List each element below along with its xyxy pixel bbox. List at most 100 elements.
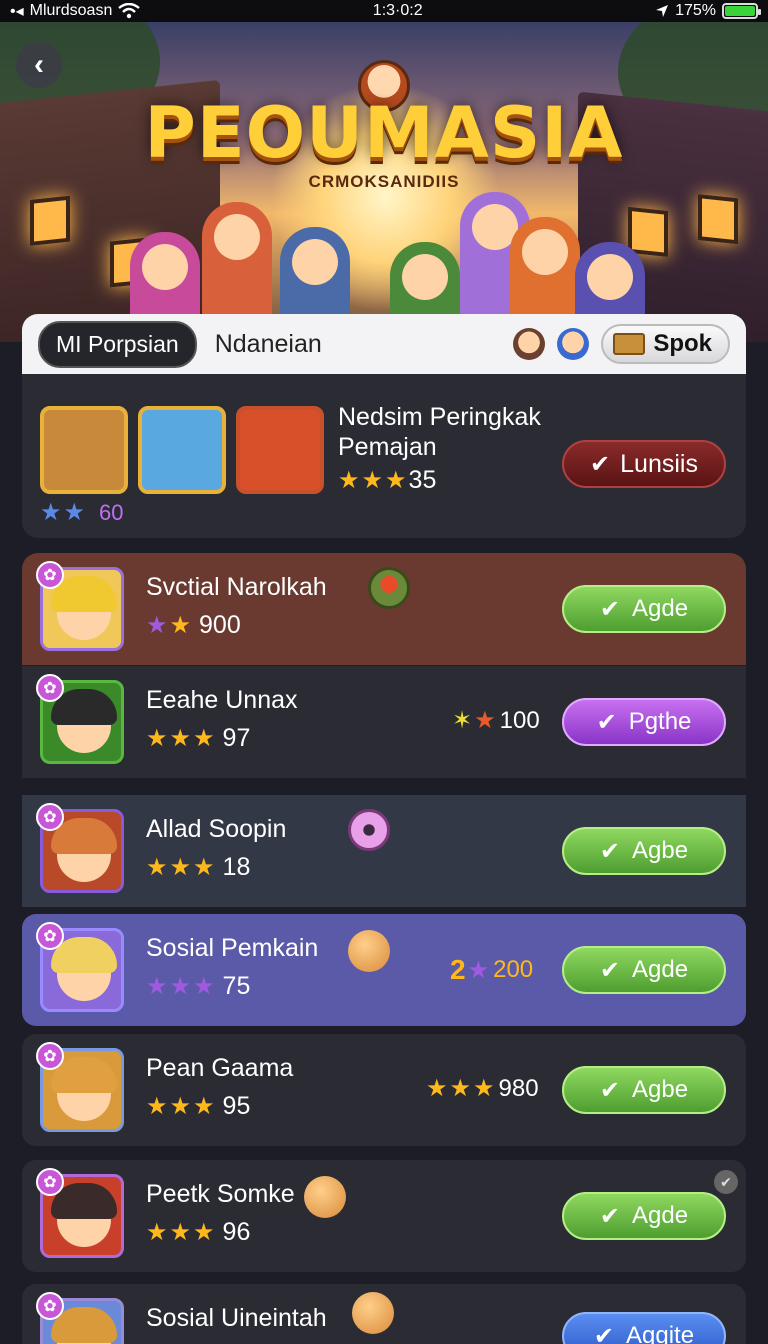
- action-button-label: Agbe: [632, 837, 689, 864]
- check-icon: ✔: [596, 708, 617, 736]
- action-button[interactable]: ✔ Agde: [562, 946, 726, 994]
- action-button[interactable]: ✔ Pgthe: [562, 698, 726, 746]
- list-item[interactable]: ✿ Sosial Pemkain ★ ★ ★ 75 2 ★ 200 ✔ Agde: [22, 914, 746, 1026]
- action-button[interactable]: ✔ Agde: [562, 585, 726, 633]
- flower-badge-icon: ✿: [36, 1292, 64, 1320]
- star-icon: ★: [169, 973, 192, 1000]
- check-icon: ✔: [599, 595, 621, 623]
- action-button-label: Agbe: [632, 1076, 689, 1103]
- star-icon: ★: [193, 854, 215, 881]
- flower-badge-icon: ✿: [36, 922, 64, 950]
- player-name: Pean Gaama: [146, 1054, 294, 1082]
- star-icon: ★: [449, 1075, 472, 1102]
- score-display: ✶ ★ 100: [452, 706, 540, 735]
- list-item[interactable]: ✿ Eeahe Unnax ★ ★ ★ 97 ✶ ★ 100 ✔ Pgthe: [22, 666, 746, 778]
- back-button[interactable]: ‹: [16, 42, 62, 88]
- player-name: Allad Soopin: [146, 815, 287, 843]
- game-title: PEOUMASIA: [144, 92, 624, 174]
- star-icon: ★: [473, 1075, 495, 1102]
- status-bar: •◂ Mlurdsoasn 1:3·0:2 175%: [0, 0, 768, 22]
- star-icon: ★: [169, 854, 192, 881]
- check-icon: ✔: [599, 837, 621, 865]
- flower-badge-icon: ✿: [36, 1042, 64, 1070]
- tab-other[interactable]: Ndaneian: [215, 330, 322, 359]
- carrier-label: Mlurdsoasn: [29, 2, 113, 19]
- score-display: ★ ★ ★ 980: [426, 1074, 539, 1103]
- featured-title: Nedsim Peringkak Pemajan: [338, 403, 541, 461]
- smiley-face-icon: [352, 1292, 394, 1334]
- action-button[interactable]: ✔ Agde: [562, 1192, 726, 1240]
- rating-value: 95: [222, 1092, 251, 1120]
- tab-my-friends[interactable]: MI Porpsian: [38, 320, 197, 368]
- action-button-label: Agde: [632, 956, 689, 983]
- box-icon: [613, 333, 646, 355]
- clock: 1:3·0:2: [372, 2, 423, 19]
- wifi-icon: [118, 3, 141, 19]
- score-display: 2 ★ 200: [450, 954, 533, 986]
- flower-badge-icon: ✿: [36, 1168, 64, 1196]
- corner-check-icon[interactable]: ✔: [714, 1170, 738, 1194]
- star-icon: ★: [467, 956, 490, 984]
- star-icon: ★: [146, 973, 168, 1000]
- featured-card: Nedsim Peringkak Pemajan ★ ★ ★ 35 ★ ★ 60…: [22, 374, 746, 538]
- flower-badge-icon: ✿: [36, 803, 64, 831]
- star-icon: ★: [385, 467, 407, 494]
- spok-button[interactable]: Spok: [601, 324, 730, 364]
- star-icon: ★: [169, 1093, 192, 1120]
- lunsiis-button[interactable]: ✔ Lunsiis: [562, 440, 726, 488]
- battery-icon: [721, 3, 761, 19]
- rating-value: 900: [199, 611, 241, 639]
- rating-value: 18: [222, 853, 251, 881]
- score-value: 200: [493, 956, 534, 983]
- action-button-label: Pgthe: [628, 708, 692, 735]
- star-icon: ★: [193, 1219, 215, 1246]
- check-icon: ✔: [599, 1202, 621, 1230]
- list-item[interactable]: ✿ Allad Soopin ★ ★ ★ 18 ✔ Agbe: [22, 795, 746, 907]
- rating-value: 97: [222, 724, 251, 752]
- robot-face-icon: [348, 809, 390, 851]
- list-item[interactable]: ✿ Pean Gaama ★ ★ ★ 95 ★ ★ ★ 980 ✔ Agbe: [22, 1034, 746, 1146]
- star-icon: ★: [169, 612, 192, 639]
- list-item[interactable]: ✿ Peetk Somke ★ ★ ★ 96 ✔ Agde ✔: [22, 1160, 746, 1272]
- player-rating: ★ ★ 900: [146, 611, 241, 640]
- star-icon: ★: [474, 707, 496, 734]
- action-button[interactable]: ✔ Aggite: [562, 1312, 726, 1344]
- player-name: Eeahe Unnax: [146, 686, 298, 714]
- player-name: Sosial Pemkain: [146, 934, 319, 962]
- rating-value: 75: [222, 972, 251, 1000]
- player-rating: ★ ★ ★ 96: [146, 1218, 250, 1247]
- action-button[interactable]: ✔ Agbe: [562, 1066, 726, 1114]
- jar-icon: [368, 567, 410, 609]
- star-icon: ★: [146, 1093, 168, 1120]
- featured-rating: ★ ★ ★ 35: [338, 466, 436, 495]
- avatar[interactable]: [40, 406, 128, 494]
- rating-value: 96: [222, 1218, 251, 1246]
- star-icon: ★: [63, 499, 86, 526]
- star-icon: ★: [169, 1219, 192, 1246]
- friend-avatar-icon[interactable]: [557, 328, 590, 360]
- lunsiis-label: Lunsiis: [620, 449, 698, 478]
- star-icon: ★: [193, 725, 215, 752]
- check-icon: ✔: [599, 1076, 621, 1104]
- friend-avatar-icon[interactable]: [513, 328, 546, 360]
- flower-badge-icon: ✿: [36, 561, 64, 589]
- star-icon: ★: [40, 499, 62, 526]
- star-icon: ★: [338, 467, 360, 494]
- check-icon: ✔: [593, 1322, 615, 1344]
- star-icon: ★: [361, 467, 384, 494]
- avatar[interactable]: [236, 406, 324, 494]
- avatar[interactable]: [138, 406, 226, 494]
- score-value: 100: [499, 706, 540, 734]
- list-item[interactable]: ✿ Svctial Narolkah ★ ★ 900 ✔ Agde: [22, 553, 746, 665]
- star-icon: ★: [193, 973, 215, 1000]
- action-button[interactable]: ✔ Agbe: [562, 827, 726, 875]
- hero-banner: PEOUMASIA CRMOKSANIDIIS: [0, 22, 768, 342]
- signal-icon: •◂: [10, 3, 24, 20]
- score-prefix: 2: [450, 954, 466, 985]
- star-icon: ★: [146, 1219, 168, 1246]
- game-subtitle: CRMOKSANIDIIS: [308, 172, 460, 191]
- list-item[interactable]: ✿Sosial Uineintah★★★✔Aggite: [22, 1284, 746, 1344]
- player-name: Svctial Narolkah: [146, 573, 327, 601]
- star-icon: ★: [146, 854, 168, 881]
- star-icon: ★: [169, 725, 192, 752]
